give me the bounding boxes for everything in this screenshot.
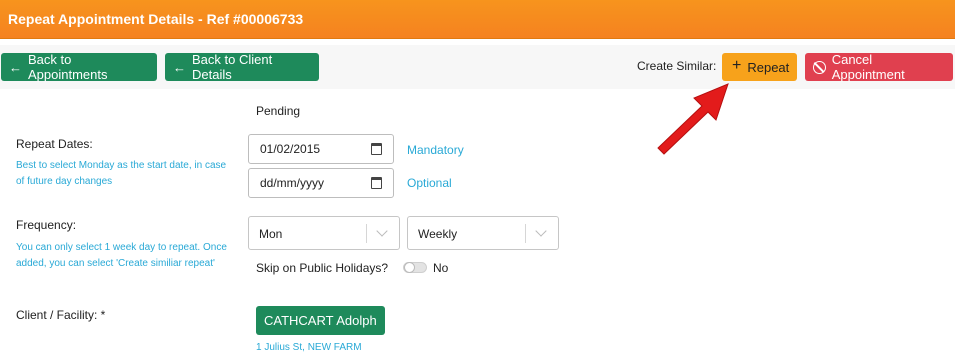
calendar-icon[interactable] <box>371 143 382 155</box>
status-text: Pending <box>256 104 301 118</box>
end-date-value: dd/mm/yyyy <box>260 176 325 190</box>
end-date-input[interactable]: dd/mm/yyyy <box>248 168 394 198</box>
repeat-button[interactable]: + Repeat <box>722 53 797 81</box>
repeat-dates-hint-2: of future day changes <box>16 176 113 187</box>
create-similar-label: Create Similar: <box>637 59 717 73</box>
chevron-down-icon <box>535 225 547 237</box>
select-separator <box>525 224 526 243</box>
red-pointer-arrow-icon <box>657 83 729 155</box>
repeat-label: Repeat <box>747 59 790 75</box>
start-date-input[interactable]: 01/02/2015 <box>248 134 394 164</box>
start-date-value: 01/02/2015 <box>260 142 321 156</box>
arrow-left-icon: ← <box>9 59 22 75</box>
client-address: 1 Julius St, NEW FARM <box>256 342 362 353</box>
plus-icon: + <box>732 57 742 74</box>
repeat-dates-label: Repeat Dates: <box>16 137 93 151</box>
calendar-icon[interactable] <box>371 177 382 189</box>
cancel-appointment-label: Cancel Appointment <box>831 52 905 82</box>
mandatory-tag: Mandatory <box>407 143 464 157</box>
back-to-appointments-label: Back to Appointments <box>28 52 108 82</box>
back-to-client-button[interactable]: ← Back to Client Details <box>165 52 319 82</box>
client-name: CATHCART Adolph <box>264 313 377 328</box>
back-to-client-label: Back to Client Details <box>192 52 273 82</box>
skip-holidays-toggle[interactable] <box>403 262 427 273</box>
chevron-down-icon <box>376 225 388 237</box>
back-to-appointments-button[interactable]: ← Back to Appointments <box>1 52 157 82</box>
skip-holidays-value: No <box>433 261 449 275</box>
cancel-appointment-button[interactable]: Cancel Appointment <box>805 52 953 82</box>
toggle-knob <box>404 262 415 273</box>
optional-tag: Optional <box>407 176 452 190</box>
cancel-icon <box>813 60 826 74</box>
arrow-left-icon: ← <box>173 59 186 75</box>
day-select[interactable]: Mon <box>248 216 400 250</box>
skip-holidays-label: Skip on Public Holidays? <box>256 261 389 275</box>
frequency-hint-2: added, you can select 'Create similiar r… <box>16 258 215 269</box>
page-title: Repeat Appointment Details - Ref #000067… <box>8 11 304 27</box>
page-header: Repeat Appointment Details - Ref #000067… <box>0 0 955 39</box>
repeat-dates-hint-1: Best to select Monday as the start date,… <box>16 160 227 171</box>
client-facility-label: Client / Facility: * <box>16 308 106 322</box>
frequency-hint-1: You can only select 1 week day to repeat… <box>16 242 227 253</box>
period-select[interactable]: Weekly <box>407 216 559 250</box>
day-select-value: Mon <box>259 227 283 241</box>
client-name-button[interactable]: CATHCART Adolph <box>256 306 385 335</box>
period-select-value: Weekly <box>418 227 458 241</box>
frequency-label: Frequency: <box>16 218 77 232</box>
select-separator <box>366 224 367 243</box>
